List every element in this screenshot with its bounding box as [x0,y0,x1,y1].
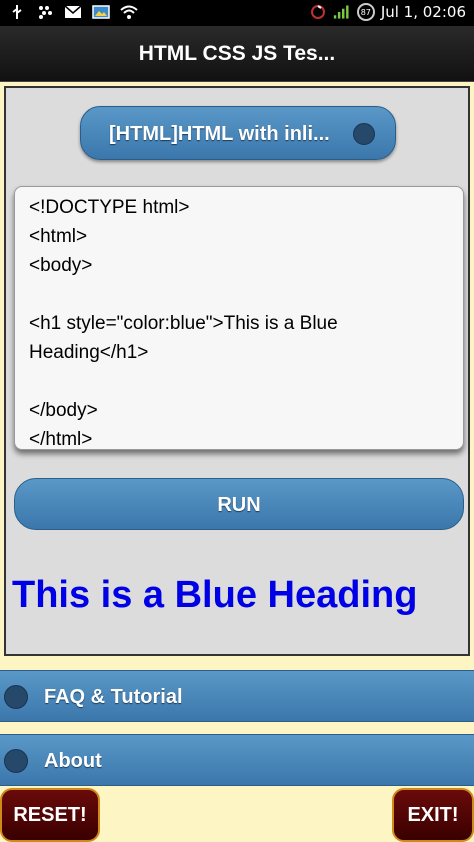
app-title-bar: HTML CSS JS Tes... [0,26,474,82]
signal-strength-icon [333,4,351,20]
menu-item-faq[interactable]: FAQ & Tutorial [0,670,474,722]
main-panel: [HTML]HTML with inli... <!DOCTYPE html> … [4,86,470,656]
radio-indicator-icon [353,123,375,145]
exit-button[interactable]: EXIT! [392,788,474,842]
sync-icon [309,4,327,20]
menu-item-label: FAQ & Tutorial [44,686,183,708]
menu-item-about[interactable]: About [0,734,474,786]
code-editor[interactable]: <!DOCTYPE html> <html> <body> <h1 style=… [14,186,464,450]
status-bar: 87 Jul 1, 02:06 [0,0,474,26]
menu-bullet-icon [4,749,28,773]
menu-bullet-icon [4,685,28,709]
example-selector-label: [HTML]HTML with inli... [109,123,330,145]
code-text[interactable]: <!DOCTYPE html> <html> <body> <h1 style=… [29,193,449,449]
output-heading: This is a Blue Heading [12,574,418,616]
blackberry-icon [36,4,54,20]
reset-button[interactable]: RESET! [0,788,100,842]
app-title: HTML CSS JS Tes... [138,42,336,65]
example-selector-button[interactable]: [HTML]HTML with inli... [80,106,396,160]
usb-icon [8,4,26,20]
image-icon [92,4,110,20]
status-time: Jul 1, 02:06 [380,3,466,21]
menu-item-label: About [44,750,102,772]
run-button[interactable]: RUN [14,478,464,530]
status-bar-system: 87 Jul 1, 02:06 [309,3,466,21]
mail-icon [64,4,82,20]
wifi-icon [120,4,138,20]
battery-icon: 87 [356,3,375,21]
status-bar-notifications [8,4,138,20]
